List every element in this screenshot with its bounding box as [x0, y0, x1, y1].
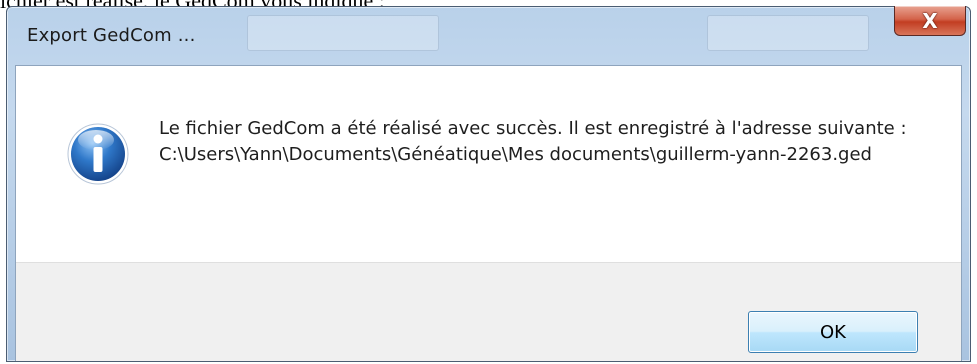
dialog-client-area: Le fichier GedCom a été réalisé avec suc… — [15, 65, 962, 361]
close-button[interactable]: X — [894, 6, 966, 36]
background-window-ghost — [707, 15, 869, 51]
message-dialog: Export GedCom ... X Le fichier GedCom a … — [6, 6, 971, 362]
close-icon: X — [922, 8, 938, 33]
information-icon — [67, 123, 129, 185]
message-area: Le fichier GedCom a été réalisé avec suc… — [16, 66, 961, 262]
title-bar[interactable]: Export GedCom ... X — [7, 6, 970, 65]
ok-button[interactable]: OK — [748, 311, 918, 353]
dialog-message: Le fichier GedCom a été réalisé avec suc… — [159, 118, 907, 165]
background-window-ghost — [247, 15, 439, 51]
dialog-title: Export GedCom ... — [27, 25, 196, 46]
button-bar: OK — [16, 262, 961, 361]
